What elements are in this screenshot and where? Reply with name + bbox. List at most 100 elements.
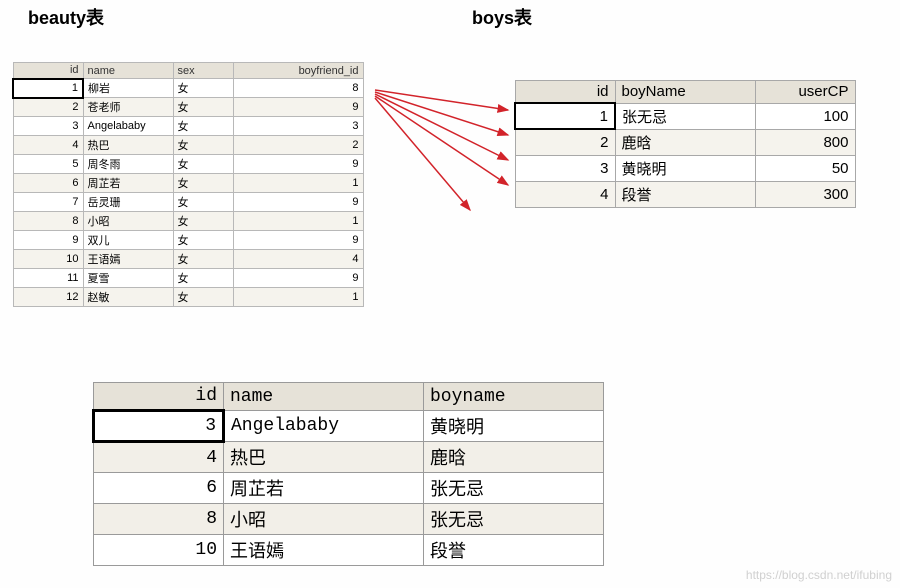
cell-id: 8 — [13, 212, 83, 231]
table-row: 10王语嫣女4 — [13, 250, 363, 269]
table-row: 3黄晓明50 — [515, 155, 855, 181]
title-beauty: beauty表 — [28, 4, 104, 30]
watermark-text: https://blog.csdn.net/ifubing — [746, 568, 892, 582]
cell-id: 3 — [515, 155, 615, 181]
cell-id: 10 — [94, 535, 224, 566]
cell-cp: 300 — [755, 181, 855, 207]
table-row: 7岳灵珊女9 — [13, 193, 363, 212]
cell-name: 小昭 — [83, 212, 173, 231]
table-row: 8小昭张无忌 — [94, 504, 604, 535]
beauty-header-bfid: boyfriend_id — [233, 63, 363, 79]
cell-id: 4 — [13, 136, 83, 155]
table-row: 10王语嫣段誉 — [94, 535, 604, 566]
boys-header-id: id — [515, 81, 615, 104]
cell-id: 12 — [13, 288, 83, 307]
result-header-id: id — [94, 383, 224, 411]
beauty-header-id: id — [13, 63, 83, 79]
table-row: 3Angelababy女3 — [13, 117, 363, 136]
cell-cp: 100 — [755, 103, 855, 129]
cell-name: 周芷若 — [224, 473, 424, 504]
cell-id: 5 — [13, 155, 83, 174]
cell-id: 3 — [94, 411, 224, 442]
cell-name: 热巴 — [224, 442, 424, 473]
beauty-header-sex: sex — [173, 63, 233, 79]
cell-id: 8 — [94, 504, 224, 535]
arrows-diagram — [370, 80, 520, 220]
cell-name: 双儿 — [83, 231, 173, 250]
cell-cp: 50 — [755, 155, 855, 181]
cell-sex: 女 — [173, 269, 233, 288]
table-row: 5周冬雨女9 — [13, 155, 363, 174]
cell-bfid: 9 — [233, 155, 363, 174]
cell-name: 周冬雨 — [83, 155, 173, 174]
cell-id: 10 — [13, 250, 83, 269]
table-row: 4热巴鹿晗 — [94, 442, 604, 473]
cell-sex: 女 — [173, 288, 233, 307]
cell-bfid: 1 — [233, 174, 363, 193]
cell-sex: 女 — [173, 136, 233, 155]
result-table: id name boyname 3Angelababy黄晓明4热巴鹿晗6周芷若张… — [92, 382, 604, 566]
table-row: 3Angelababy黄晓明 — [94, 411, 604, 442]
cell-bfid: 1 — [233, 288, 363, 307]
boys-table: id boyName userCP 1张无忌1002鹿晗8003黄晓明504段誉… — [514, 80, 856, 208]
cell-bfid: 2 — [233, 136, 363, 155]
cell-bfid: 8 — [233, 79, 363, 98]
beauty-header-name: name — [83, 63, 173, 79]
cell-sex: 女 — [173, 174, 233, 193]
cell-bname: 黄晓明 — [424, 411, 604, 442]
table-row: 6周芷若张无忌 — [94, 473, 604, 504]
cell-sex: 女 — [173, 98, 233, 117]
cell-name: Angelababy — [224, 411, 424, 442]
cell-bname: 鹿晗 — [424, 442, 604, 473]
cell-sex: 女 — [173, 79, 233, 98]
cell-name: 热巴 — [83, 136, 173, 155]
cell-sex: 女 — [173, 231, 233, 250]
boys-header-cp: userCP — [755, 81, 855, 104]
cell-sex: 女 — [173, 250, 233, 269]
cell-name: 岳灵珊 — [83, 193, 173, 212]
cell-id: 4 — [515, 181, 615, 207]
cell-sex: 女 — [173, 212, 233, 231]
cell-name: 王语嫣 — [224, 535, 424, 566]
cell-bfid: 3 — [233, 117, 363, 136]
cell-bname: 鹿晗 — [615, 129, 755, 155]
cell-bname: 张无忌 — [424, 473, 604, 504]
cell-bname: 段誉 — [424, 535, 604, 566]
cell-name: 王语嫣 — [83, 250, 173, 269]
cell-bname: 张无忌 — [424, 504, 604, 535]
cell-bfid: 9 — [233, 193, 363, 212]
table-row: 11夏雪女9 — [13, 269, 363, 288]
cell-bname: 张无忌 — [615, 103, 755, 129]
result-header-bname: boyname — [424, 383, 604, 411]
cell-name: 夏雪 — [83, 269, 173, 288]
cell-sex: 女 — [173, 155, 233, 174]
cell-bfid: 9 — [233, 231, 363, 250]
cell-bname: 黄晓明 — [615, 155, 755, 181]
cell-name: 柳岩 — [83, 79, 173, 98]
table-row: 6周芷若女1 — [13, 174, 363, 193]
cell-sex: 女 — [173, 193, 233, 212]
cell-id: 1 — [13, 79, 83, 98]
beauty-header-row: id name sex boyfriend_id — [13, 63, 363, 79]
cell-bfid: 9 — [233, 269, 363, 288]
cell-cp: 800 — [755, 129, 855, 155]
cell-sex: 女 — [173, 117, 233, 136]
cell-name: 周芷若 — [83, 174, 173, 193]
cell-id: 9 — [13, 231, 83, 250]
cell-id: 7 — [13, 193, 83, 212]
cell-id: 2 — [515, 129, 615, 155]
result-header-row: id name boyname — [94, 383, 604, 411]
table-row: 12赵敏女1 — [13, 288, 363, 307]
cell-bfid: 9 — [233, 98, 363, 117]
boys-header-row: id boyName userCP — [515, 81, 855, 104]
beauty-table: id name sex boyfriend_id 1柳岩女82苍老师女93Ang… — [12, 62, 364, 307]
title-boys: boys表 — [472, 4, 532, 30]
table-row: 2苍老师女9 — [13, 98, 363, 117]
table-row: 4段誉300 — [515, 181, 855, 207]
table-row: 1柳岩女8 — [13, 79, 363, 98]
cell-bfid: 1 — [233, 212, 363, 231]
table-row: 1张无忌100 — [515, 103, 855, 129]
result-header-name: name — [224, 383, 424, 411]
cell-id: 2 — [13, 98, 83, 117]
cell-id: 6 — [94, 473, 224, 504]
